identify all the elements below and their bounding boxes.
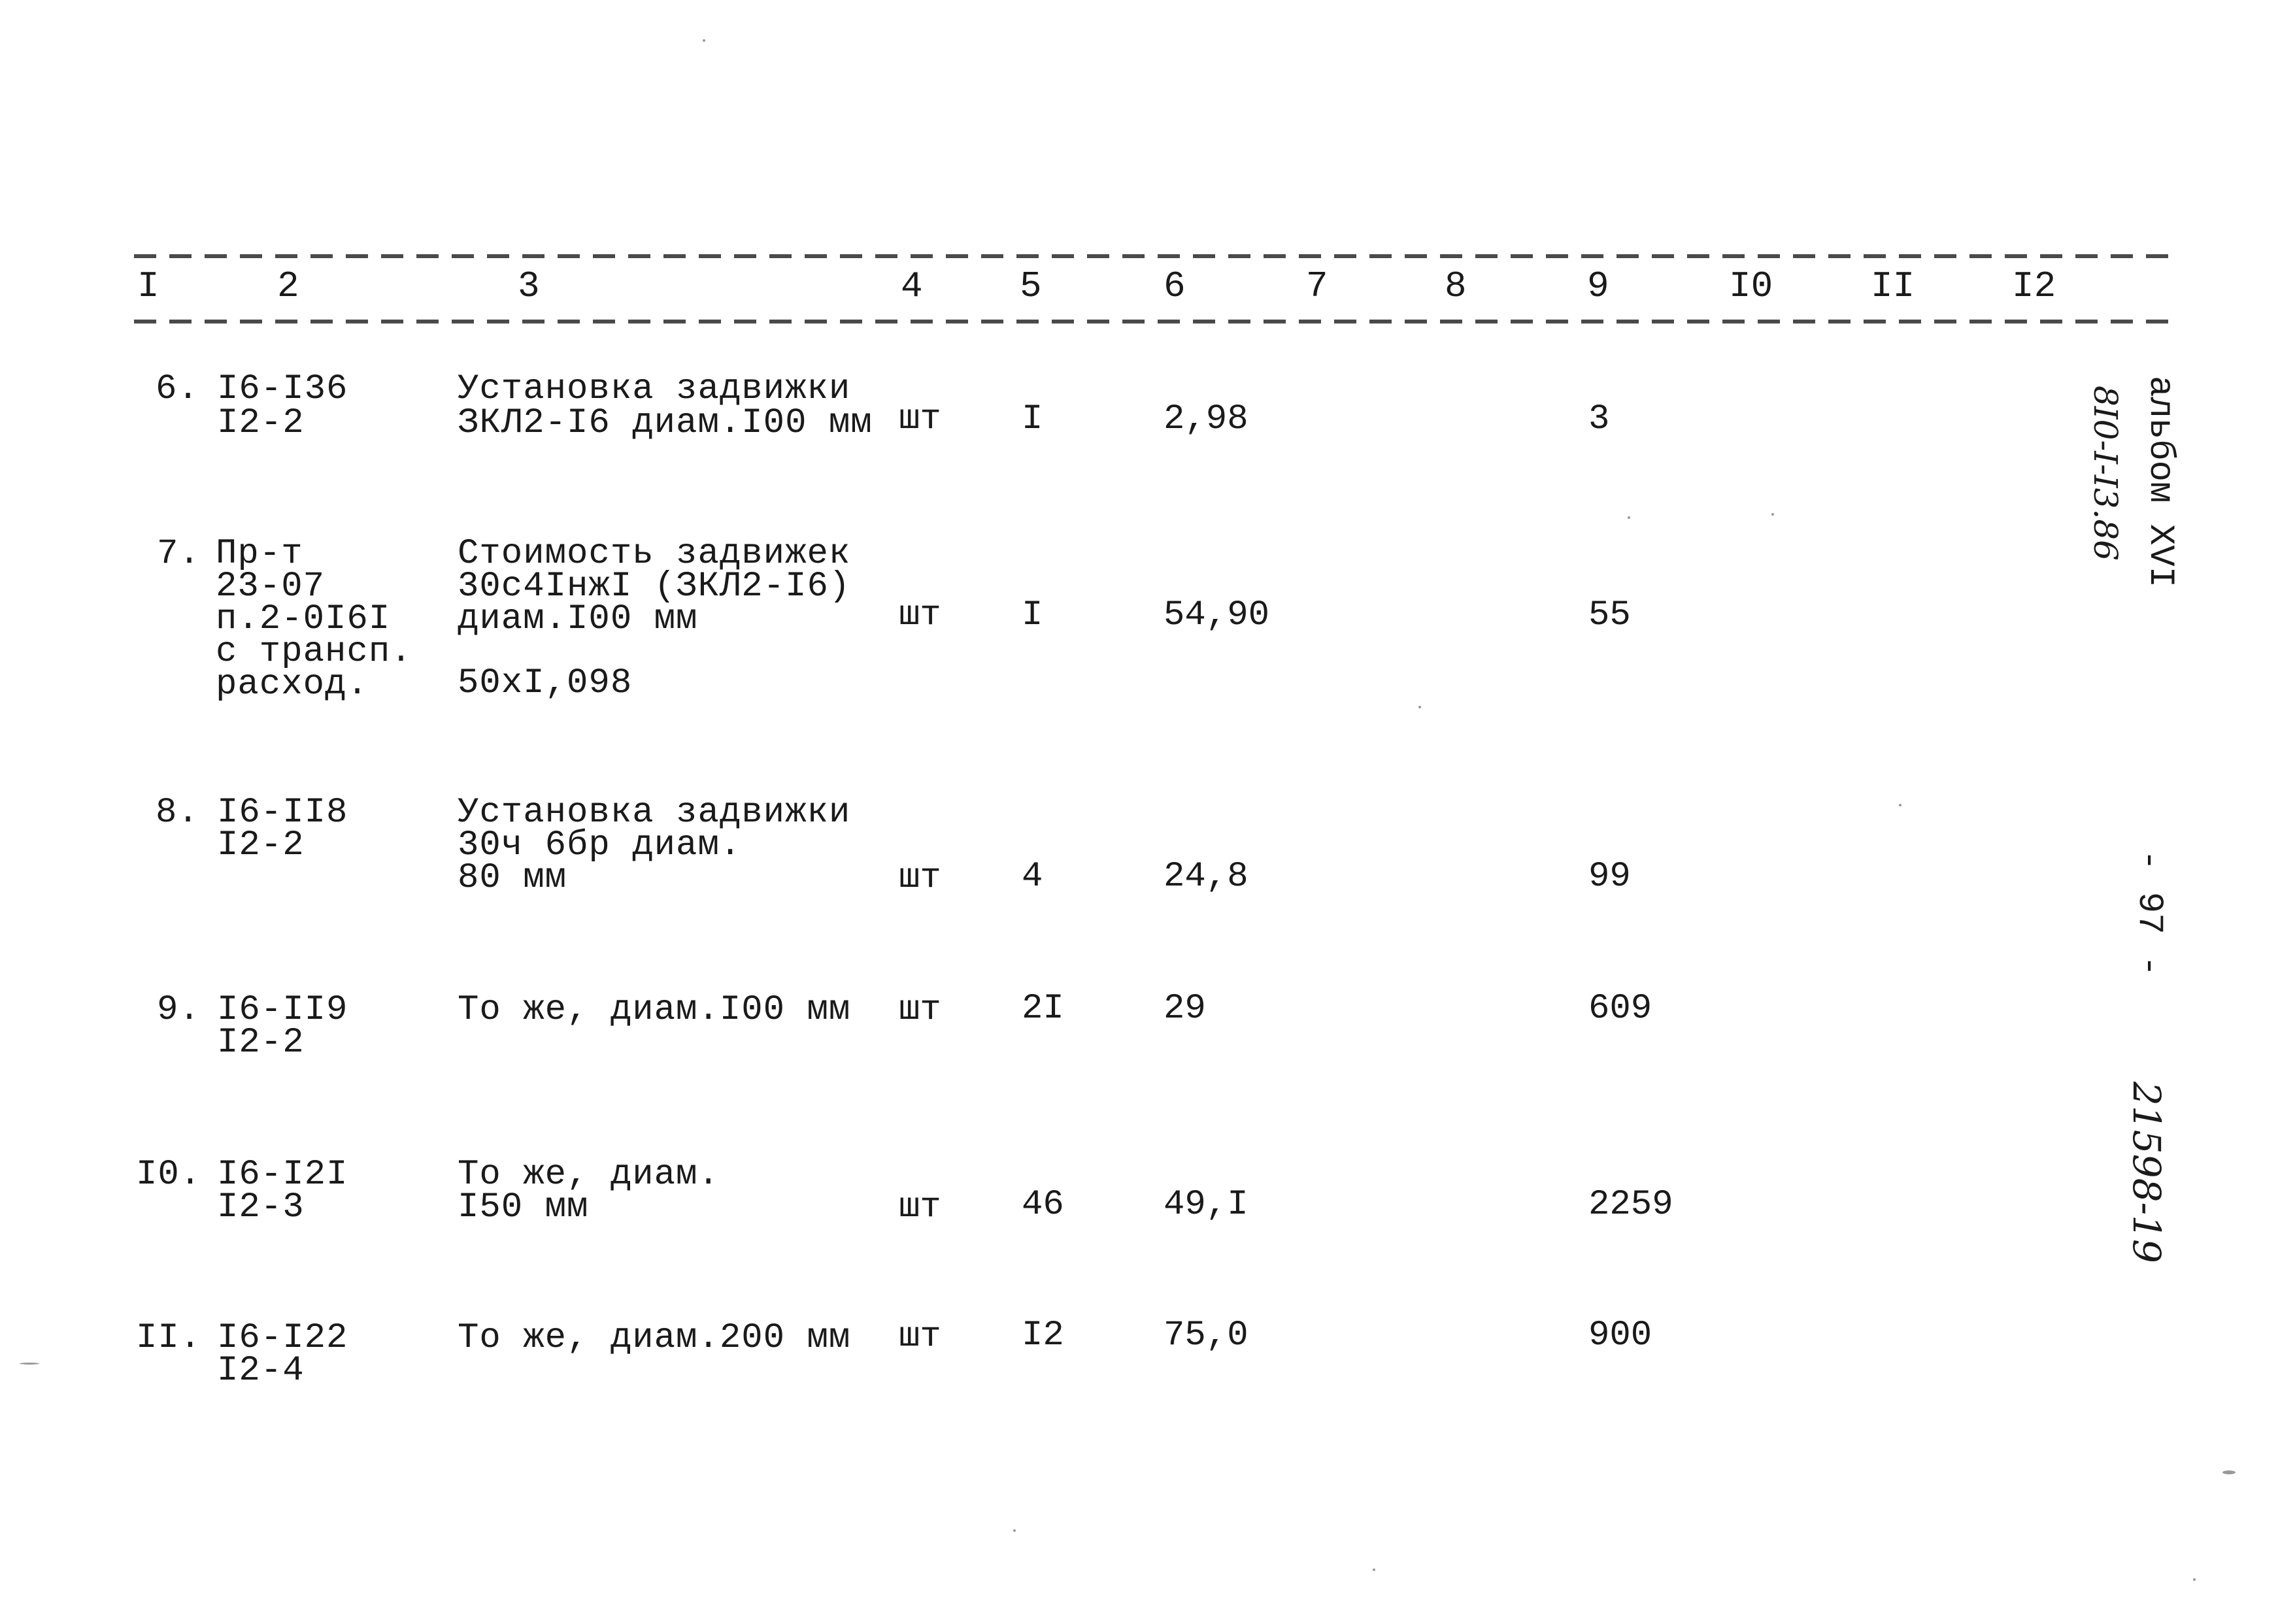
page-number: - 97 - <box>2129 850 2169 977</box>
row-code-line: I2-4 <box>217 1351 305 1391</box>
row-quantity: 46 <box>1022 1185 1064 1225</box>
row-code-line: I2-2 <box>217 403 305 443</box>
row-unit: шт <box>899 1317 941 1357</box>
row-number: 9. <box>157 990 201 1030</box>
row-quantity: I <box>1022 399 1043 439</box>
scan-speck <box>20 1363 39 1365</box>
scan-speck <box>1013 1529 1016 1532</box>
row-unit: шт <box>899 399 941 439</box>
scan-speck <box>1418 706 1421 708</box>
scan-speck <box>703 39 705 42</box>
row-code-line: I2-3 <box>217 1187 305 1227</box>
row-description-line: То же, диам.I00 мм <box>458 990 851 1030</box>
row-code-line: I2-2 <box>217 1023 305 1063</box>
header-bottom-rule <box>134 320 2173 323</box>
column-header-7: 7 <box>1306 265 1328 307</box>
row-total: 900 <box>1588 1316 1652 1355</box>
column-header-8: 8 <box>1445 265 1467 307</box>
column-header-10: I0 <box>1729 265 1773 307</box>
column-header-2: 2 <box>277 265 299 307</box>
row-unit-cost: 2,98 <box>1164 399 1248 439</box>
column-header-3: 3 <box>518 265 540 307</box>
row-total: 99 <box>1588 857 1631 897</box>
album-code-handwritten: 8I0-I-I3.86 <box>2086 386 2124 561</box>
row-unit-cost: 49,I <box>1164 1185 1248 1225</box>
row-unit: шт <box>899 1187 941 1227</box>
row-code-line: I2-2 <box>217 825 305 865</box>
scan-speck <box>1373 1568 1375 1571</box>
row-unit: шт <box>899 595 941 635</box>
column-header-9: 9 <box>1587 265 1609 307</box>
scan-speck <box>1628 516 1630 519</box>
row-unit-cost: 54,90 <box>1164 595 1270 635</box>
row-code-line: I6-I36 <box>217 369 348 409</box>
row-unit-cost: 24,8 <box>1164 857 1248 897</box>
row-description-line: I50 мм <box>458 1187 589 1227</box>
archive-number-handwritten: 21598-19 <box>2124 1082 2169 1263</box>
row-unit-cost: 75,0 <box>1164 1316 1248 1355</box>
row-description-line: диам.I00 мм <box>458 599 698 639</box>
column-header-4: 4 <box>901 265 923 307</box>
row-description-line: Установка задвижки <box>458 369 851 409</box>
row-total: 55 <box>1588 595 1631 635</box>
column-header-1: I <box>137 265 159 307</box>
document-page: I 2 3 4 5 6 7 8 9 I0 II I2 6. I6-I36 I2-… <box>0 0 2295 1624</box>
row-calculation: 50хI,098 <box>458 663 633 703</box>
header-top-rule <box>134 254 2173 258</box>
row-total: 3 <box>1588 399 1610 439</box>
column-header-12: I2 <box>2012 265 2056 307</box>
column-header-6: 6 <box>1164 265 1186 307</box>
row-number: 6. <box>156 369 199 409</box>
row-quantity: I <box>1022 595 1043 635</box>
row-unit: шт <box>899 858 941 898</box>
column-header-11: II <box>1871 265 1915 307</box>
row-unit-cost: 29 <box>1164 989 1206 1029</box>
row-total: 2259 <box>1588 1185 1673 1225</box>
row-number: 8. <box>156 793 199 833</box>
row-unit: шт <box>899 990 941 1030</box>
row-number: I0. <box>136 1155 202 1195</box>
album-label: альбом XVI <box>2140 376 2180 588</box>
row-number: 7. <box>157 534 201 574</box>
row-quantity: I2 <box>1022 1316 1064 1355</box>
row-description-line: ЗКЛ2-I6 диам.I00 мм <box>458 403 873 443</box>
scan-speck <box>2193 1578 2196 1581</box>
row-total: 609 <box>1588 989 1652 1029</box>
row-code-line: расход. <box>216 665 369 704</box>
row-description-line: 80 мм <box>458 858 567 898</box>
row-number: II. <box>136 1318 202 1358</box>
row-description-line: То же, диам.200 мм <box>458 1318 851 1358</box>
row-quantity: 4 <box>1022 857 1043 897</box>
scan-speck <box>2222 1470 2236 1474</box>
row-quantity: 2I <box>1022 989 1064 1029</box>
scan-speck <box>1771 513 1774 516</box>
column-header-5: 5 <box>1020 265 1042 307</box>
scan-speck <box>1899 804 1901 806</box>
